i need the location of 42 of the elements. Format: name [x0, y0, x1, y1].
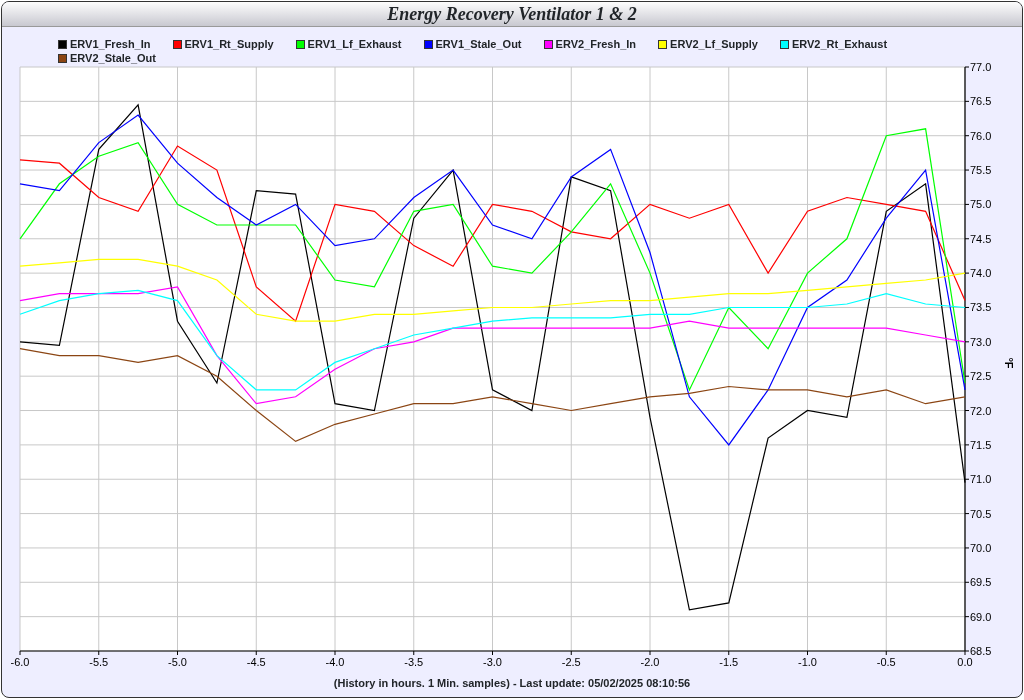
tick-label: 68.5 [970, 645, 992, 657]
tick-label: 71.0 [970, 473, 992, 486]
chart-title: Energy Recovery Ventilator 1 & 2 [387, 4, 637, 24]
tick-label: -4.5 [246, 656, 266, 668]
tick-label: -2.5 [561, 656, 581, 668]
legend-label: ERV1_Rt_Supply [184, 37, 274, 51]
tick-label: -3.0 [483, 656, 502, 668]
tick-label: 77.0 [970, 63, 992, 73]
tick-label: -5.0 [168, 656, 187, 668]
tick-label: 73.0 [970, 335, 992, 348]
axis-caption: (History in hours. 1 Min. samples) - Last update: 05/02/2025 08:10:56 [333, 677, 691, 689]
tick-label: -3.5 [404, 656, 424, 668]
tick-label: -4.0 [325, 656, 345, 668]
tick-label: 70.0 [970, 541, 992, 554]
tick-label: -6.0 [10, 656, 30, 668]
tick-label: 74.5 [970, 232, 992, 245]
tick-label: -1.5 [719, 656, 739, 668]
legend-label: ERV1_Lf_Exhaust [307, 37, 402, 51]
tick-label: 69.5 [970, 576, 992, 589]
legend-label: ERV2_Stale_Out [70, 51, 156, 65]
legend-label: ERV2_Rt_Exhaust [791, 37, 888, 51]
tick-label: 75.5 [970, 164, 992, 177]
legend-label: ERV1_Stale_Out [435, 37, 522, 51]
tick-label: -0.5 [876, 656, 896, 668]
tick-label: -1.0 [798, 656, 817, 668]
axis-title: °F [1003, 357, 1015, 369]
tick-label: -2.0 [640, 656, 660, 668]
tick-label: -5.5 [89, 656, 109, 668]
tick-label: 73.5 [970, 301, 992, 314]
tick-label: 69.0 [970, 610, 992, 623]
tick-label: 75.0 [970, 198, 992, 211]
legend-label: ERV2_Lf_Supply [670, 37, 758, 51]
tick-label: 0.0 [957, 656, 973, 668]
tick-label: 71.5 [970, 438, 992, 451]
tick-label: 70.5 [970, 507, 992, 520]
tick-label: 76.0 [970, 129, 992, 142]
tick-label: 76.5 [970, 95, 992, 108]
tick-label: 74.0 [970, 267, 992, 280]
legend-label: ERV2_Fresh_In [555, 37, 637, 51]
tick-label: 72.5 [970, 370, 992, 383]
tick-label: 72.0 [970, 404, 992, 417]
legend-label: ERV1_Fresh_In [70, 37, 151, 51]
